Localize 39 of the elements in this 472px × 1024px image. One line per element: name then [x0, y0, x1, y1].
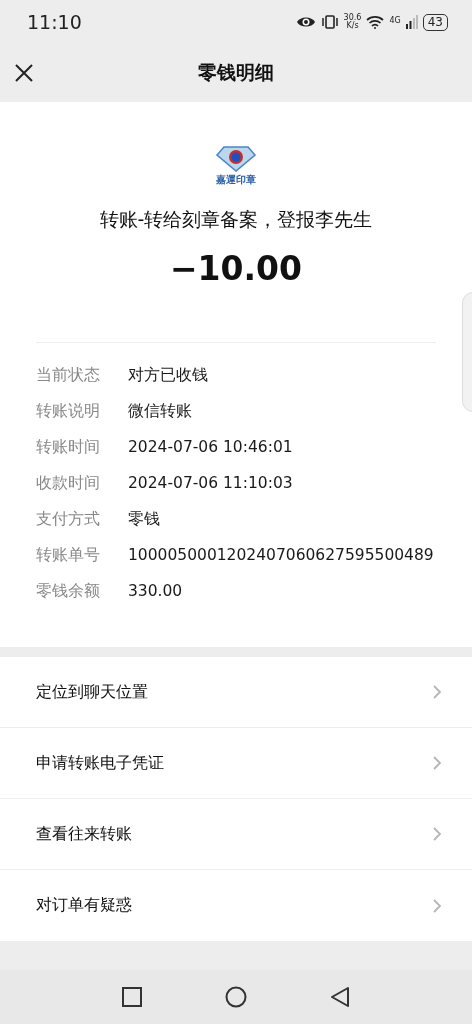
wifi-icon: [366, 15, 385, 29]
eye-icon: [295, 15, 316, 29]
action-item[interactable]: 对订单有疑惑: [0, 870, 472, 941]
detail-label: 收款时间: [36, 472, 101, 494]
network-speed: 30.6 K/s: [343, 14, 362, 30]
battery-level: 43: [422, 13, 448, 31]
square-icon[interactable]: [121, 987, 142, 1007]
transfer-description: 转账-转给刻章备案，登报李先生: [98, 207, 374, 232]
detail-value: 2024-07-06 11:10:03: [128, 474, 293, 492]
detail-label: 转账单号: [36, 544, 101, 566]
close-icon[interactable]: [14, 63, 34, 83]
vibrate-icon: [320, 15, 339, 29]
detail-value: 对方已收钱: [128, 364, 208, 386]
detail-value: 330.00: [128, 582, 183, 600]
detail-label: 转账说明: [36, 400, 101, 422]
detail-value: 2024-07-06 10:46:01: [128, 438, 293, 456]
action-item[interactable]: 查看往来转账: [0, 799, 472, 870]
back-triangle-icon[interactable]: [330, 986, 351, 1008]
diamond-logo-icon: [216, 146, 256, 172]
action-item[interactable]: 申请转账电子凭证: [0, 728, 472, 799]
detail-value: 1000050001202407060627595500489: [128, 546, 434, 564]
action-item[interactable]: 定位到聊天位置: [0, 657, 472, 728]
chevron-icon: [433, 756, 442, 770]
transfer-amount: −10.00: [168, 249, 303, 288]
detail-label: 零钱余额: [36, 580, 101, 602]
page-title: 零钱明细: [198, 60, 274, 85]
chevron-icon: [433, 827, 442, 841]
detail-label: 转账时间: [36, 436, 101, 458]
chevron-icon: [433, 685, 442, 699]
detail-value: 零钱: [128, 508, 160, 530]
circle-icon[interactable]: [225, 986, 247, 1008]
chevron-icon: [433, 898, 442, 913]
detail-label: 当前状态: [36, 364, 101, 386]
network-type: 4G: [389, 15, 401, 25]
detail-label: 支付方式: [36, 508, 101, 530]
detail-value: 微信转账: [128, 400, 192, 422]
logo-text: 嘉運印章: [216, 173, 256, 187]
signal-icon: [405, 15, 418, 29]
clock-time: 11:10: [27, 11, 82, 33]
